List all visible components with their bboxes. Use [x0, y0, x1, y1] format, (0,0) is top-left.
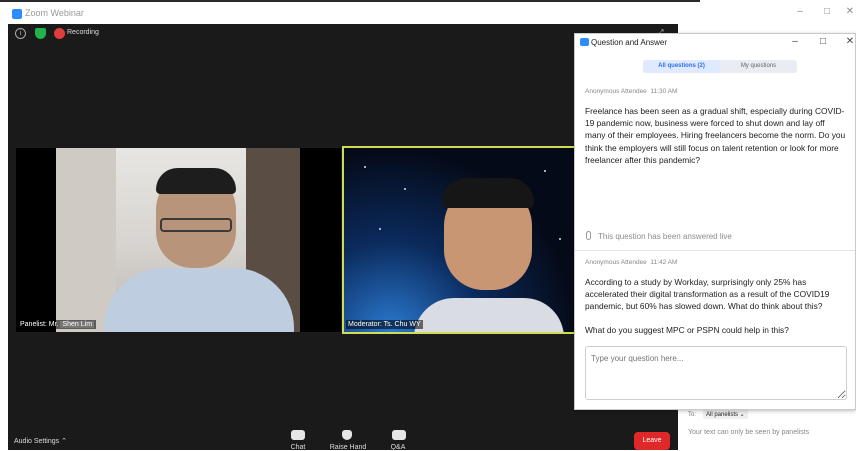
chat-icon[interactable] [291, 430, 305, 440]
encryption-shield-icon[interactable] [35, 28, 46, 39]
window-title: Zoom Webinar [25, 8, 84, 18]
star [544, 170, 546, 172]
chat-recipient-select[interactable]: All panelists ⌄ [703, 410, 748, 419]
moderator-name-label: Moderator: Ts. Chu WY [346, 320, 423, 329]
question-text: Freelance has been seen as a gradual shi… [585, 106, 846, 165]
person-hair [156, 168, 236, 194]
raise-hand-icon[interactable] [342, 430, 352, 440]
zoom-logo-icon [12, 9, 22, 19]
chat-to-label: To: [688, 412, 697, 418]
question-author: Anonymous Attendee [585, 259, 647, 266]
tab-my-questions[interactable]: My questions [720, 60, 797, 73]
question-input[interactable] [585, 346, 847, 400]
question-author: Anonymous Attendee [585, 88, 647, 95]
panelist-name-label: Panelist: Mr. Shen Lim [18, 320, 97, 329]
question-text-followup: What do you suggest MPC or PSPN could he… [585, 325, 789, 335]
microphone-icon [586, 231, 591, 240]
question-time: 11:30 AM [650, 88, 678, 95]
qa-maximize-button[interactable]: □ [816, 36, 830, 47]
question-time: 11:42 AM [650, 259, 678, 266]
chat-visibility-note: Your text can only be seen by panelists [688, 429, 810, 436]
qa-minimize-button[interactable]: – [788, 36, 802, 47]
star [364, 166, 366, 168]
background-wall [56, 148, 116, 332]
info-icon[interactable]: i [15, 28, 26, 39]
question-meta: Anonymous Attendee 11:30 AM [585, 88, 677, 95]
star [559, 238, 561, 240]
person-glasses [160, 218, 232, 232]
person-hair [442, 178, 534, 208]
video-tile-moderator[interactable]: Moderator: Ts. Chu WY [342, 146, 579, 334]
maximize-button[interactable]: □ [817, 6, 837, 17]
recording-label: Recording [67, 29, 99, 36]
panelist-video [56, 148, 300, 332]
star [379, 228, 381, 230]
qa-close-button[interactable]: ✕ [843, 36, 856, 47]
minimize-button[interactable]: – [790, 6, 810, 17]
video-tile-panelist[interactable]: Panelist: Mr. Shen Lim [16, 148, 341, 332]
star [404, 188, 406, 190]
title-bar [0, 0, 856, 26]
leave-button[interactable]: Leave [634, 432, 670, 450]
qa-icon[interactable] [392, 430, 406, 440]
panelist-label-prefix: Panelist: Mr. [20, 321, 59, 328]
recording-icon [54, 28, 65, 39]
person-shirt [414, 298, 564, 332]
divider [575, 250, 855, 251]
answered-live-status: This question has been answered live [598, 232, 732, 241]
audio-settings-button[interactable]: Audio Settings ⌃ [14, 437, 67, 445]
top-border [0, 0, 700, 2]
zoom-logo-icon [580, 38, 589, 46]
question-meta: Anonymous Attendee 11:42 AM [585, 259, 677, 266]
tab-all-questions[interactable]: All questions (2) [643, 60, 720, 73]
close-button[interactable]: ✕ [840, 6, 856, 17]
question-text: According to a study by Workday, surpris… [585, 277, 830, 312]
person-shirt [104, 268, 294, 332]
panelist-name: Shen Lim [60, 321, 95, 328]
qa-window-title: Question and Answer [591, 38, 668, 47]
